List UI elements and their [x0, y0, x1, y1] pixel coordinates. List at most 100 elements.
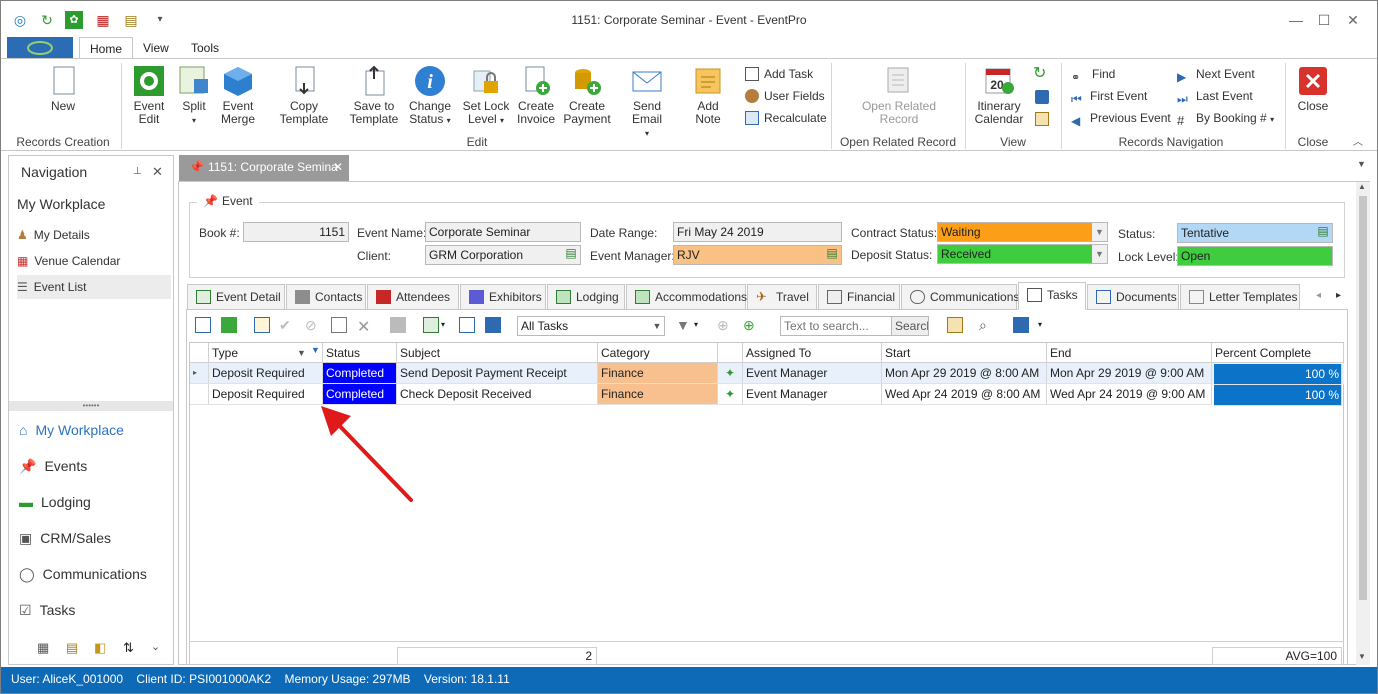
cell-assigned-to[interactable]: Event Manager — [743, 384, 882, 405]
tab-contacts[interactable]: Contacts — [286, 284, 366, 310]
add-task-button[interactable]: Add Task — [745, 65, 813, 83]
copy-icon[interactable] — [331, 317, 347, 333]
search-input[interactable] — [780, 316, 892, 336]
cell-percent-complete[interactable]: 100 % — [1214, 364, 1342, 385]
file-menu-button[interactable] — [7, 37, 73, 59]
view-options-icon[interactable] — [423, 317, 439, 333]
client-field[interactable]: GRM Corporation — [425, 245, 581, 265]
tab-tools[interactable]: Tools — [181, 37, 229, 59]
cell-status[interactable]: Completed — [323, 363, 397, 384]
cell-start[interactable]: Mon Apr 29 2019 @ 8:00 AM — [882, 363, 1047, 384]
cell-subject[interactable]: Send Deposit Payment Receipt — [397, 363, 598, 384]
delete-icon[interactable]: ✕ — [357, 317, 373, 336]
view-option-button[interactable] — [1035, 88, 1054, 106]
move-down-icon[interactable]: ⊕ — [743, 317, 759, 333]
edit-icon[interactable] — [254, 317, 270, 333]
filter-icon[interactable]: ▼ — [676, 317, 692, 333]
event-name-field[interactable]: Corporate Seminar — [425, 222, 581, 242]
sort-icon[interactable]: ⇅ — [123, 640, 134, 656]
chevron-down-icon[interactable]: ▼ — [1092, 245, 1107, 263]
tab-view[interactable]: View — [133, 37, 179, 59]
cell-category[interactable]: Finance — [598, 363, 718, 384]
chevron-down-icon[interactable]: ▾ — [441, 320, 445, 329]
column-header-category[interactable]: Category — [598, 343, 718, 363]
column-header-flag[interactable] — [718, 343, 743, 363]
chevron-down-icon[interactable]: ▾ — [1038, 320, 1042, 329]
tab-tasks[interactable]: Tasks — [1018, 282, 1086, 310]
status-lookup-icon[interactable]: ▤ — [1314, 224, 1332, 242]
next-event-button[interactable]: ▶ Next Event — [1177, 65, 1255, 84]
copy-template-button[interactable]: Copy Template — [265, 65, 343, 126]
chevron-down-icon[interactable]: ▼ — [1092, 223, 1107, 241]
user-fields-button[interactable]: User Fields — [745, 87, 825, 105]
cell-type[interactable]: Deposit Required — [209, 363, 323, 384]
module-events[interactable]: 📌 Events — [19, 454, 87, 478]
open-related-record-button[interactable]: Open Related Record — [857, 65, 941, 126]
module-tasks[interactable]: ☑ Tasks — [19, 598, 75, 622]
clipboard-view-button[interactable] — [1035, 110, 1054, 128]
add-multiple-icon[interactable] — [221, 317, 237, 333]
event-manager-field[interactable]: RJV — [673, 245, 842, 265]
column-header-start[interactable]: Start — [882, 343, 1047, 363]
by-booking-button[interactable]: # By Booking # ▾ — [1177, 109, 1274, 128]
column-header-status[interactable]: Status — [323, 343, 397, 363]
close-event-button[interactable]: Close — [1293, 65, 1333, 113]
cancel-icon[interactable]: ⊘ — [305, 317, 321, 333]
refresh-view-button[interactable]: ↻ — [1033, 65, 1046, 83]
column-header-type[interactable]: Type ▼ ▼ — [209, 343, 323, 363]
nav-event-list[interactable]: ☰ Event List — [17, 275, 171, 299]
change-status-button[interactable]: i Change Status ▾ — [405, 65, 455, 127]
add-note-button[interactable]: Add Note — [683, 65, 733, 126]
collapse-ribbon-icon[interactable]: ︿ — [1353, 133, 1363, 148]
clipboard-icon[interactable]: ▤ — [66, 640, 78, 656]
filter-icon[interactable]: ▼ — [311, 340, 320, 360]
splitter-handle[interactable]: •••••• — [9, 401, 173, 411]
task-filter-select[interactable]: All Tasks — [517, 316, 665, 336]
cell-type[interactable]: Deposit Required — [209, 384, 323, 405]
print-icon[interactable] — [390, 317, 406, 333]
contract-status-select[interactable]: Waiting — [937, 222, 1108, 242]
vertical-scrollbar[interactable]: ▲ ▼ — [1356, 182, 1370, 665]
search-button[interactable]: Search — [891, 316, 929, 336]
cell-flag-icon[interactable]: ✦ — [718, 384, 743, 405]
clipboard-icon[interactable] — [947, 317, 963, 333]
calculator-icon[interactable]: ▦ — [37, 640, 49, 656]
column-header-assigned-to[interactable]: Assigned To — [743, 343, 882, 363]
tab-lodging[interactable]: Lodging — [547, 284, 625, 310]
cell-category[interactable]: Finance — [598, 384, 718, 405]
date-range-field[interactable]: Fri May 24 2019 — [673, 222, 842, 242]
event-edit-button[interactable]: Event Edit — [129, 65, 169, 126]
nav-venue-calendar[interactable]: ▦ Venue Calendar — [17, 251, 171, 271]
client-lookup-icon[interactable]: ▤ — [562, 246, 580, 264]
first-event-button[interactable]: ⏮ First Event — [1071, 87, 1147, 106]
itinerary-calendar-button[interactable]: 20 Itinerary Calendar — [973, 65, 1025, 126]
move-up-icon[interactable]: ⊕ — [717, 317, 733, 333]
cell-end[interactable]: Mon Apr 29 2019 @ 9:00 AM — [1047, 363, 1212, 384]
event-merge-button[interactable]: Event Merge — [217, 65, 259, 126]
column-header-subject[interactable]: Subject — [397, 343, 598, 363]
scrollbar-thumb[interactable] — [1359, 196, 1367, 600]
new-button[interactable]: New — [41, 65, 85, 113]
new-task-icon[interactable] — [195, 317, 211, 333]
send-email-button[interactable]: Send Email ▾ — [617, 65, 677, 140]
set-lock-level-button[interactable]: Set Lock Level ▾ — [461, 65, 511, 127]
find-icon[interactable]: ⌕ — [979, 317, 995, 333]
close-window-button[interactable]: ✕ — [1338, 9, 1368, 31]
chevron-down-icon[interactable]: ⌄ — [151, 640, 160, 653]
cell-assigned-to[interactable]: Event Manager — [743, 363, 882, 384]
save-layout-icon[interactable] — [1013, 317, 1029, 333]
tab-accommodations[interactable]: Accommodations — [626, 284, 747, 310]
tab-attendees[interactable]: Attendees — [367, 284, 459, 310]
check-icon[interactable]: ✔ — [279, 317, 295, 333]
export-icon[interactable] — [459, 317, 475, 333]
manager-lookup-icon[interactable]: ▤ — [823, 246, 841, 264]
create-payment-button[interactable]: Create Payment — [563, 65, 611, 126]
cell-subject[interactable]: Check Deposit Received — [397, 384, 598, 405]
tab-communications[interactable]: Communications — [901, 284, 1019, 310]
module-crm-sales[interactable]: ▣ CRM/Sales — [19, 526, 111, 550]
deposit-status-select[interactable]: Received — [937, 244, 1108, 264]
module-communications[interactable]: ◯ Communications — [19, 562, 147, 586]
last-event-button[interactable]: ⏭ Last Event — [1177, 87, 1253, 106]
minimize-button[interactable]: — — [1281, 9, 1311, 31]
module-my-workplace[interactable]: ⌂ My Workplace — [19, 418, 124, 442]
